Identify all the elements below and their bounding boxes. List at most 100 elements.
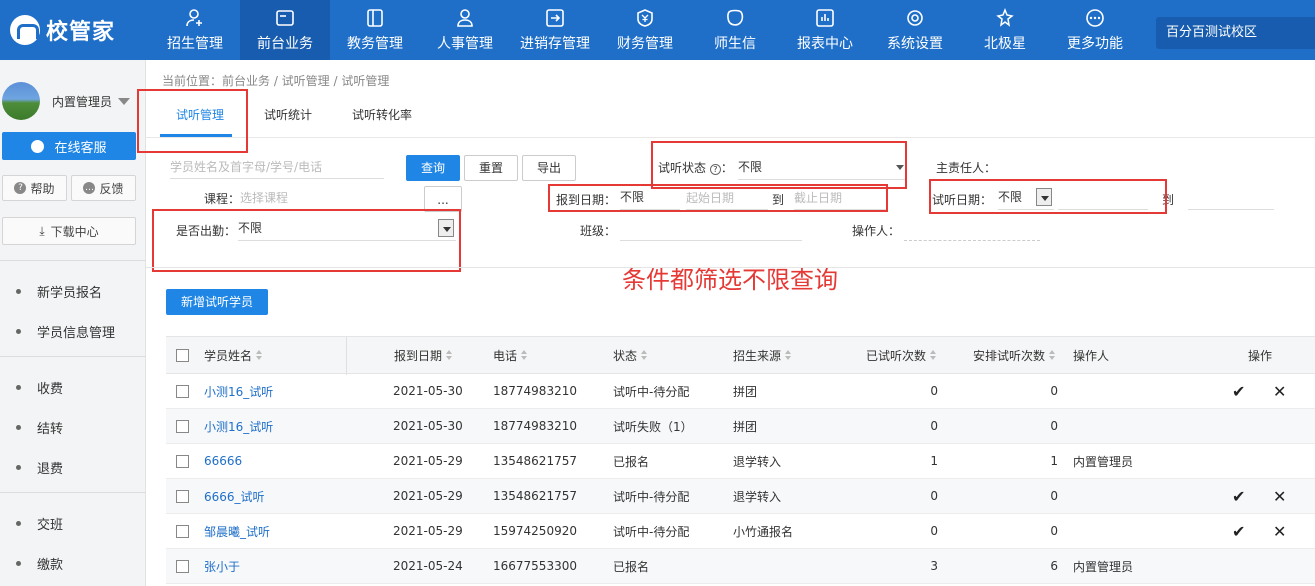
table-row: 邹晨曦_试听 2021-05-29 15974250920 试听中-待分配 小竹通报名 0… — [166, 514, 1315, 549]
owner-label: 主责任人： — [936, 161, 997, 175]
cell-operator: 内置管理员 — [1073, 559, 1134, 574]
brand-logo[interactable]: 校管家 — [10, 14, 115, 46]
sidebar-item-refund[interactable]: 退费 — [16, 458, 63, 477]
col-header-source[interactable]: 招生来源 — [733, 337, 792, 373]
sort-icon — [785, 350, 792, 360]
help-icon: ? — [14, 182, 27, 194]
feedback-button[interactable]: … 反馈 — [71, 175, 136, 201]
cell-source: 退学转入 — [733, 489, 782, 504]
row-checkbox[interactable] — [176, 409, 189, 443]
annotation-text: 条件都筛选不限查询 — [622, 266, 838, 294]
select-all-checkbox[interactable] — [176, 337, 189, 373]
trial-table: 学员姓名 报到日期 电话 状态 招生来源 已试听次数 安排试听次数 操作人 操作… — [166, 336, 1315, 584]
checkbox-icon — [176, 419, 189, 433]
top-nav-bar: 校管家 招生管理 前台业务 教务管理 人事管理 进销存管理 财务管理 师生信 报表中心 系统设置… — [0, 0, 1315, 60]
cell-source: 退学转入 — [733, 454, 782, 469]
col-header-report-date[interactable]: 报到日期 — [394, 337, 453, 373]
sidebar-item-charge[interactable]: 收费 — [16, 378, 63, 397]
annotation-box — [548, 184, 888, 212]
col-header-phone[interactable]: 电话 — [493, 337, 528, 373]
nav-item-label: 更多功能 — [1067, 36, 1123, 52]
nav-item-1[interactable]: 前台业务 — [240, 0, 330, 60]
cell-planned-count: 0 — [1050, 524, 1058, 538]
cell-status: 已报名 — [613, 559, 650, 574]
cell-date: 2021-05-29 — [393, 454, 463, 468]
nav-item-label: 北极星 — [984, 36, 1026, 52]
person-add-icon — [184, 7, 206, 29]
user-menu[interactable]: 内置管理员 — [2, 82, 131, 120]
online-service-button[interactable]: 在线客服 — [2, 132, 136, 160]
sidebar-item-new-enroll[interactable]: 新学员报名 — [16, 282, 102, 301]
student-name-link[interactable]: 小测16_试听 — [204, 409, 273, 443]
row-checkbox[interactable] — [176, 514, 189, 548]
cell-status: 试听中-待分配 — [613, 384, 690, 399]
nav-item-4[interactable]: 进销存管理 — [510, 0, 600, 60]
trial-date-end-input[interactable] — [1188, 186, 1274, 210]
sidebar-item-label: 结转 — [37, 422, 64, 437]
row-checkbox[interactable] — [176, 444, 189, 478]
cell-planned-count: 0 — [1050, 384, 1058, 398]
sort-icon — [641, 350, 648, 360]
add-trial-student-button[interactable]: 新增试听学员 — [166, 289, 268, 315]
course-input[interactable]: 选择课程 — [240, 186, 420, 210]
export-button[interactable]: 导出 — [522, 155, 576, 181]
nav-item-10[interactable]: 更多功能 — [1050, 0, 1140, 60]
cell-trial-count: 0 — [930, 524, 938, 538]
query-button[interactable]: 查询 — [406, 155, 460, 181]
nav-item-8[interactable]: 系统设置 — [870, 0, 960, 60]
row-checkbox[interactable] — [176, 549, 189, 583]
sidebar-item-carryover[interactable]: 结转 — [16, 418, 63, 437]
help-label: 帮助 — [30, 181, 55, 196]
col-header-trial-count[interactable]: 已试听次数 — [866, 337, 937, 373]
download-center-button[interactable]: ⤓ 下载中心 — [2, 217, 136, 245]
campus-selector[interactable]: 百分百测试校区 — [1156, 17, 1315, 49]
close-icon[interactable]: ✕ — [1273, 479, 1286, 513]
col-header-planned-count[interactable]: 安排试听次数 — [973, 337, 1056, 373]
confirm-icon[interactable]: ✔ — [1232, 479, 1245, 513]
confirm-icon[interactable]: ✔ — [1232, 374, 1245, 408]
close-icon[interactable]: ✕ — [1273, 514, 1286, 548]
sidebar-item-payment[interactable]: 缴款 — [16, 554, 63, 573]
student-name-link[interactable]: 6666_试听 — [204, 479, 265, 513]
col-header-status[interactable]: 状态 — [613, 337, 648, 373]
student-name-link[interactable]: 张小于 — [204, 549, 240, 583]
sort-icon — [446, 350, 453, 360]
tab-trial-statistics[interactable]: 试听统计 — [264, 106, 312, 123]
nav-item-5[interactable]: 财务管理 — [600, 0, 690, 60]
sidebar-item-student-info[interactable]: 学员信息管理 — [16, 322, 115, 341]
column-divider — [346, 337, 347, 375]
divider — [0, 260, 146, 261]
table-row: 66666 2021-05-29 13548621757 已报名 退学转入 1 1 内置管理员 — [166, 444, 1315, 479]
nav-item-label: 财务管理 — [617, 36, 673, 52]
reset-button[interactable]: 重置 — [464, 155, 518, 181]
nav-item-0[interactable]: 招生管理 — [150, 0, 240, 60]
brand-name: 校管家 — [46, 20, 116, 45]
cell-planned-count: 6 — [1050, 559, 1058, 573]
nav-item-9[interactable]: 北极星 — [960, 0, 1050, 60]
row-checkbox[interactable] — [176, 374, 189, 408]
nav-item-label: 进销存管理 — [520, 36, 590, 52]
class-input[interactable] — [620, 217, 802, 241]
student-name-link[interactable]: 小测16_试听 — [204, 374, 273, 408]
search-input[interactable]: 学员姓名及首字母/学号/电话 — [170, 155, 384, 179]
nav-item-3[interactable]: 人事管理 — [420, 0, 510, 60]
sort-icon — [256, 350, 263, 360]
nav-item-7[interactable]: 报表中心 — [780, 0, 870, 60]
close-icon[interactable]: ✕ — [1273, 374, 1286, 408]
confirm-icon[interactable]: ✔ — [1232, 514, 1245, 548]
student-name-link[interactable]: 66666 — [204, 444, 242, 478]
student-name-link[interactable]: 邹晨曦_试听 — [204, 514, 270, 548]
table-row: 小测16_试听 2021-05-30 18774983210 试听中-待分配 拼团 0 0 ✔… — [166, 374, 1315, 409]
sidebar-item-handover[interactable]: 交班 — [16, 514, 63, 533]
sidebar: 内置管理员 在线客服 ? 帮助 … 反馈 ⤓ 下载中心 新学员报名 学员信息管理… — [0, 60, 146, 586]
tab-trial-conversion[interactable]: 试听转化率 — [352, 106, 412, 123]
bullet-icon — [16, 425, 21, 430]
help-button[interactable]: ? 帮助 — [2, 175, 67, 201]
nav-item-2[interactable]: 教务管理 — [330, 0, 420, 60]
nav-item-6[interactable]: 师生信 — [690, 0, 780, 60]
operator-input[interactable] — [904, 217, 1040, 241]
cell-phone: 16677553300 — [493, 559, 577, 573]
col-header-name[interactable]: 学员姓名 — [204, 337, 263, 373]
chat-icon — [31, 139, 45, 153]
row-checkbox[interactable] — [176, 479, 189, 513]
